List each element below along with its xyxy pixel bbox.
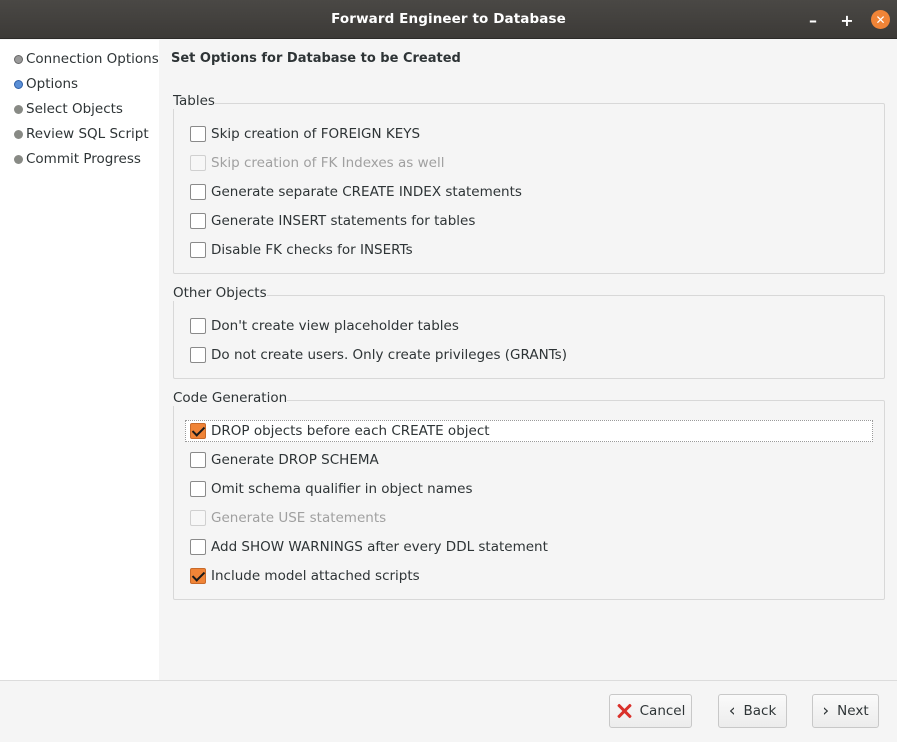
next-button[interactable]: › Next <box>812 694 879 728</box>
minimize-button[interactable]: – <box>803 10 823 30</box>
option-label: Skip creation of FK Indexes as well <box>211 155 445 171</box>
step-review-sql-script[interactable]: Review SQL Script <box>14 124 149 144</box>
skip-foreign-keys-checkbox[interactable]: Skip creation of FOREIGN KEYS <box>190 124 420 144</box>
maximize-icon: + <box>840 10 854 30</box>
close-button[interactable]: ✕ <box>871 10 890 29</box>
other-objects-group-label: Other Objects <box>173 285 267 301</box>
wizard-footer: Cancel ‹ Back › Next <box>0 680 897 742</box>
checkbox-icon <box>190 481 206 497</box>
minimize-icon: – <box>809 10 817 30</box>
generate-insert-checkbox[interactable]: Generate INSERT statements for tables <box>190 211 475 231</box>
option-label: Generate INSERT statements for tables <box>211 213 476 229</box>
other-objects-group <box>173 295 885 379</box>
option-label: Skip creation of FOREIGN KEYS <box>211 126 421 142</box>
option-label: DROP objects before each CREATE object <box>211 423 490 439</box>
option-label: Omit schema qualifier in object names <box>211 481 473 497</box>
checkbox-icon <box>190 155 206 171</box>
drop-objects-checkbox[interactable]: DROP objects before each CREATE object <box>190 421 490 441</box>
checkbox-icon <box>190 539 206 555</box>
checkbox-icon <box>190 242 206 258</box>
tables-group-label: Tables <box>173 93 215 109</box>
generate-use-statements-checkbox[interactable]: Generate USE statements <box>190 508 386 528</box>
generate-drop-schema-checkbox[interactable]: Generate DROP SCHEMA <box>190 450 379 470</box>
checkmark-icon <box>190 568 206 584</box>
show-warnings-checkbox[interactable]: Add SHOW WARNINGS after every DDL statem… <box>190 537 548 557</box>
omit-schema-qualifier-checkbox[interactable]: Omit schema qualifier in object names <box>190 479 473 499</box>
cancel-icon <box>616 703 632 719</box>
option-label: Do not create users. Only create privile… <box>211 347 567 363</box>
chevron-left-icon: ‹ <box>728 700 736 721</box>
step-label: Options <box>26 76 79 92</box>
title-bar: Forward Engineer to Database – + ✕ <box>0 0 897 39</box>
chevron-right-icon: › <box>822 700 830 721</box>
step-connection-options[interactable]: Connection Options <box>14 49 159 69</box>
option-label: Include model attached scripts <box>211 568 420 584</box>
disable-fk-checks-checkbox[interactable]: Disable FK checks for INSERTs <box>190 240 413 260</box>
checkmark-icon <box>190 423 206 439</box>
checkbox-icon <box>190 452 206 468</box>
step-label: Review SQL Script <box>26 126 149 142</box>
cancel-button[interactable]: Cancel <box>609 694 692 728</box>
include-model-scripts-checkbox[interactable]: Include model attached scripts <box>190 566 420 586</box>
option-label: Generate DROP SCHEMA <box>211 452 379 468</box>
cancel-label: Cancel <box>639 703 686 719</box>
separate-create-index-checkbox[interactable]: Generate separate CREATE INDEX statement… <box>190 182 522 202</box>
checkbox-icon <box>190 126 206 142</box>
checkbox-icon <box>190 213 206 229</box>
options-panel: Set Options for Database to be Created T… <box>159 40 897 680</box>
step-label: Select Objects <box>26 101 123 117</box>
back-label: Back <box>743 703 777 719</box>
maximize-button[interactable]: + <box>837 10 857 30</box>
next-label: Next <box>837 703 869 719</box>
close-icon: ✕ <box>875 12 886 27</box>
wizard-steps-sidebar: Connection Options Options Select Object… <box>0 40 159 680</box>
option-label: Generate separate CREATE INDEX statement… <box>211 184 522 200</box>
step-pending-icon <box>14 129 23 139</box>
code-generation-group-label: Code Generation <box>173 390 288 406</box>
checkbox-icon <box>190 347 206 363</box>
window-title: Forward Engineer to Database <box>331 11 566 27</box>
step-options[interactable]: Options <box>14 74 78 94</box>
skip-fk-indexes-checkbox[interactable]: Skip creation of FK Indexes as well <box>190 153 444 173</box>
step-select-objects[interactable]: Select Objects <box>14 99 123 119</box>
step-pending-icon <box>14 154 23 164</box>
checkbox-icon <box>190 510 206 526</box>
step-label: Connection Options <box>26 51 159 67</box>
option-label: Generate USE statements <box>211 510 387 526</box>
option-label: Disable FK checks for INSERTs <box>211 242 413 258</box>
step-done-icon <box>14 54 23 64</box>
step-commit-progress[interactable]: Commit Progress <box>14 149 141 169</box>
option-label: Don't create view placeholder tables <box>211 318 459 334</box>
checkbox-icon <box>190 318 206 334</box>
no-view-placeholder-checkbox[interactable]: Don't create view placeholder tables <box>190 316 459 336</box>
checkbox-icon <box>190 184 206 200</box>
back-button[interactable]: ‹ Back <box>718 694 787 728</box>
no-create-users-checkbox[interactable]: Do not create users. Only create privile… <box>190 345 567 365</box>
step-current-icon <box>14 79 23 89</box>
step-pending-icon <box>14 104 23 114</box>
option-label: Add SHOW WARNINGS after every DDL statem… <box>211 539 548 555</box>
step-label: Commit Progress <box>26 151 141 167</box>
page-title: Set Options for Database to be Created <box>171 51 461 66</box>
